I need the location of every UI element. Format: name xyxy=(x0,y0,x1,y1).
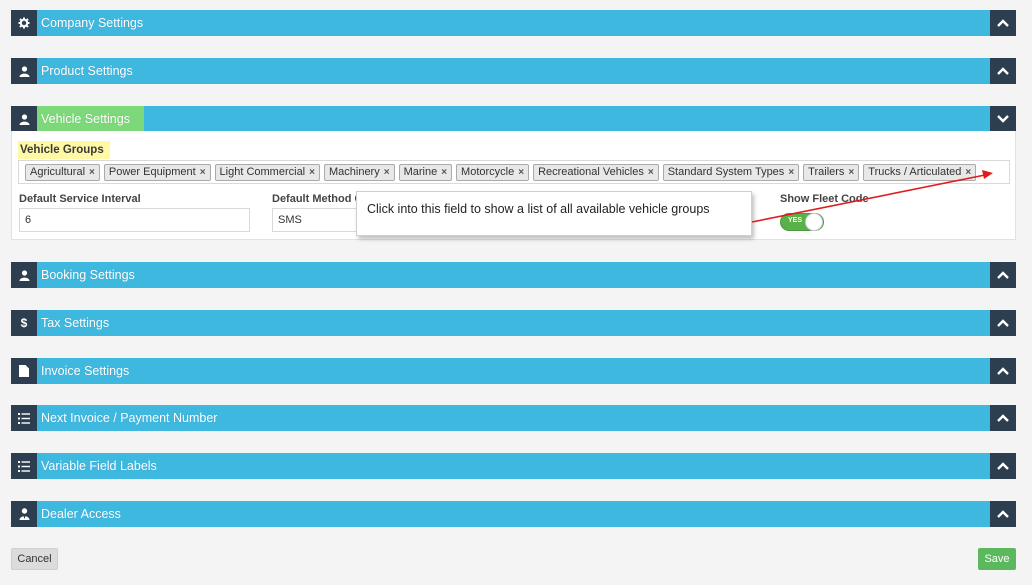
panel-title: Vehicle Settings xyxy=(37,106,144,132)
service-interval-input[interactable]: 6 xyxy=(19,208,250,232)
remove-tag-icon[interactable]: × xyxy=(309,167,315,178)
vehicle-groups-label: Vehicle Groups xyxy=(18,141,110,159)
annotation-arrow xyxy=(751,170,993,223)
default-method-label: Default Method C xyxy=(272,193,363,205)
list-icon xyxy=(11,453,37,479)
default-method-select[interactable]: SMS xyxy=(272,208,362,232)
tag-item: Machinery × xyxy=(323,163,395,181)
remove-tag-icon[interactable]: × xyxy=(384,167,390,178)
panel-vehicle-settings[interactable]: Vehicle Settings xyxy=(11,106,1016,132)
panel-invoice-settings[interactable]: Invoice Settings xyxy=(11,358,1016,384)
panel-product-settings[interactable]: Product Settings xyxy=(11,58,1016,84)
panel-tax-settings[interactable]: $ Tax Settings xyxy=(11,310,1016,336)
toggle-state-text: YES xyxy=(788,217,803,224)
chevron-up-icon[interactable] xyxy=(990,405,1016,431)
fleet-code-label: Show Fleet Code xyxy=(780,193,869,205)
panel-dealer-access[interactable]: Dealer Access xyxy=(11,501,1016,527)
chevron-up-icon[interactable] xyxy=(990,453,1016,479)
user-tie-icon xyxy=(11,501,37,527)
fleet-code-toggle[interactable]: YES xyxy=(780,213,824,231)
panel-title: Variable Field Labels xyxy=(41,459,157,473)
tag-item: Standard System Types × xyxy=(662,163,800,181)
chevron-up-icon[interactable] xyxy=(990,358,1016,384)
tag-item: Trailers × xyxy=(803,163,860,181)
gear-icon xyxy=(11,10,37,36)
cancel-button[interactable]: Cancel xyxy=(11,548,58,570)
chevron-up-icon[interactable] xyxy=(990,501,1016,527)
file-icon xyxy=(11,358,37,384)
tag-item: Trucks / Articulated × xyxy=(863,163,977,181)
remove-tag-icon[interactable]: × xyxy=(965,167,971,178)
user-icon xyxy=(11,106,37,132)
tag-item: Recreational Vehicles × xyxy=(533,163,659,181)
panel-title: Product Settings xyxy=(41,64,133,78)
tag-item: Power Equipment × xyxy=(103,163,211,181)
panel-variable-field-labels[interactable]: Variable Field Labels xyxy=(11,453,1016,479)
panel-title: Company Settings xyxy=(41,16,144,30)
toggle-knob xyxy=(805,213,823,231)
help-callout: Click into this field to show a list of … xyxy=(356,191,752,236)
panel-booking-settings[interactable]: Booking Settings xyxy=(11,262,1016,288)
remove-tag-icon[interactable]: × xyxy=(518,167,524,178)
vehicle-groups-input[interactable]: Agricultural × Power Equipment × Light Com… xyxy=(18,160,1010,184)
chevron-up-icon[interactable] xyxy=(990,10,1016,36)
list-icon xyxy=(11,405,37,431)
save-button[interactable]: Save xyxy=(978,548,1016,570)
user-icon xyxy=(11,58,37,84)
remove-tag-icon[interactable]: × xyxy=(648,167,654,178)
tag-item: Light Commercial × xyxy=(214,163,320,181)
remove-tag-icon[interactable]: × xyxy=(200,167,206,178)
tag-item: Motorcycle × xyxy=(456,163,530,181)
panel-company-settings[interactable]: Company Settings xyxy=(11,10,1016,36)
tag-item: Agricultural × xyxy=(25,163,100,181)
tag-item: Marine × xyxy=(398,163,453,181)
panel-title: Booking Settings xyxy=(41,268,135,282)
remove-tag-icon[interactable]: × xyxy=(848,167,854,178)
panel-title: Next Invoice / Payment Number xyxy=(41,411,218,425)
remove-tag-icon[interactable]: × xyxy=(788,167,794,178)
user-icon xyxy=(11,262,37,288)
panel-title: Dealer Access xyxy=(41,507,121,521)
chevron-up-icon[interactable] xyxy=(990,310,1016,336)
service-interval-label: Default Service Interval xyxy=(19,193,141,205)
chevron-up-icon[interactable] xyxy=(990,58,1016,84)
chevron-down-icon[interactable] xyxy=(990,106,1016,132)
panel-next-invoice-number[interactable]: Next Invoice / Payment Number xyxy=(11,405,1016,431)
chevron-up-icon[interactable] xyxy=(990,262,1016,288)
remove-tag-icon[interactable]: × xyxy=(441,167,447,178)
remove-tag-icon[interactable]: × xyxy=(89,167,95,178)
dollar-icon: $ xyxy=(11,310,37,336)
panel-title: Invoice Settings xyxy=(41,364,130,378)
panel-title: Tax Settings xyxy=(41,316,110,330)
